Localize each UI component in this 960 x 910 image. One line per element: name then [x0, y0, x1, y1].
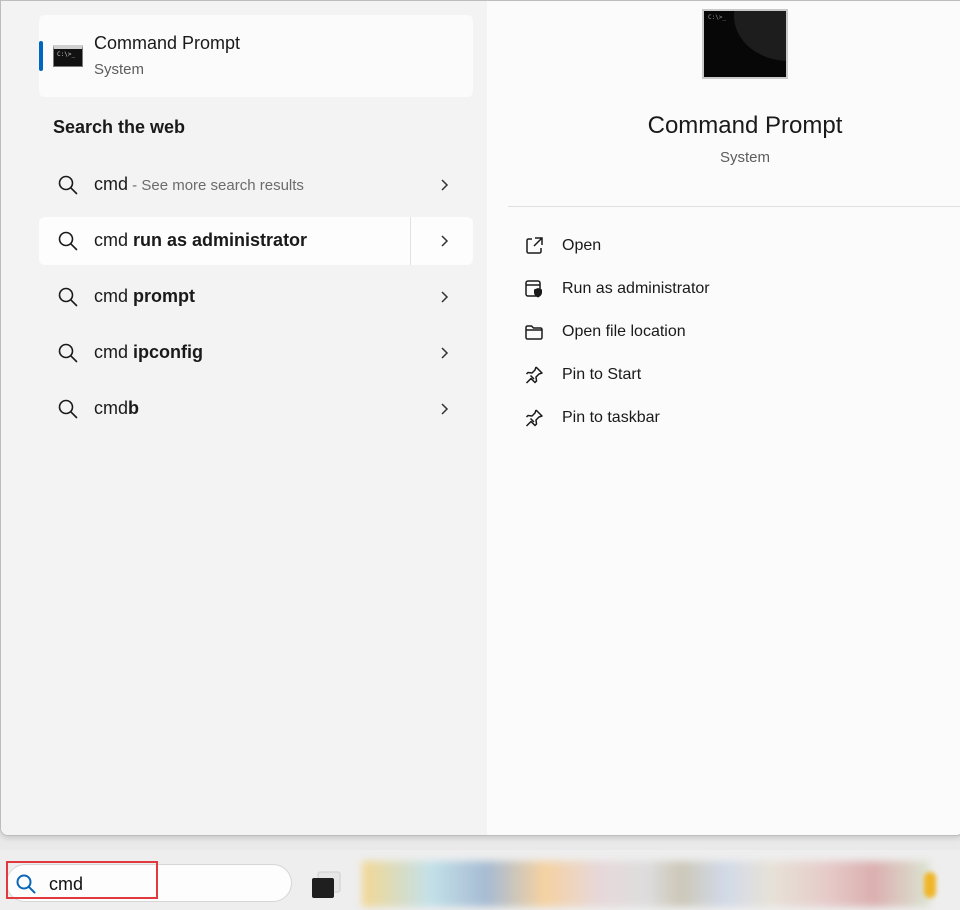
search-web-heading: Search the web [53, 117, 186, 137]
best-match-item[interactable]: C:\>_ Command Prompt System [39, 15, 473, 97]
action-label: Open file location [562, 323, 686, 340]
search-icon [58, 231, 78, 251]
chevron-right-icon[interactable] [435, 288, 453, 306]
shield-admin-icon [525, 280, 542, 298]
web-result-text: cmd prompt [94, 286, 196, 306]
taskbar-app-blurred [924, 872, 936, 898]
start-search-panel: C:\>_ Command Prompt System Search the w… [0, 0, 960, 836]
web-result-text: cmdb [94, 398, 140, 418]
action-label: Open [562, 237, 602, 254]
web-result-text: cmd - See more search results [94, 174, 304, 194]
web-result-item[interactable]: cmd prompt [39, 273, 473, 321]
best-match-subtitle: System [94, 61, 145, 78]
action-run-as-administrator[interactable]: Run as administrator [523, 274, 943, 304]
open-external-icon [526, 237, 543, 254]
taskbar-pinned-apps-blurred [362, 861, 930, 907]
details-divider [508, 206, 960, 207]
best-match-title: Command Prompt [94, 33, 241, 53]
action-label: Run as administrator [562, 280, 710, 297]
command-prompt-icon: C:\>_ [53, 45, 83, 67]
highlight-annotation [6, 861, 158, 899]
web-result-item[interactable]: cmd run as administrator [39, 217, 473, 265]
action-label: Pin to Start [562, 366, 642, 383]
web-result-text: cmd ipconfig [94, 342, 204, 362]
web-result-hint: - See more search results [128, 177, 304, 194]
chevron-right-icon[interactable] [435, 232, 453, 250]
search-icon [58, 399, 78, 419]
web-result-text: cmd run as administrator [94, 230, 308, 250]
details-app-kind: System [719, 149, 770, 166]
action-label: Pin to taskbar [562, 409, 660, 426]
task-view-icon[interactable] [310, 870, 342, 900]
details-app-name: Command Prompt [647, 112, 843, 139]
chevron-right-icon[interactable] [435, 400, 453, 418]
action-open[interactable]: Open [523, 231, 943, 261]
search-icon [58, 343, 78, 363]
web-result-item[interactable]: cmdb [39, 385, 473, 433]
chevron-right-icon[interactable] [435, 176, 453, 194]
web-result-item[interactable]: cmd ipconfig [39, 329, 473, 377]
item-divider [410, 217, 411, 265]
pin-icon [525, 409, 543, 427]
action-pin-to-taskbar[interactable]: Pin to taskbar [523, 403, 943, 433]
folder-icon [525, 325, 543, 340]
selection-indicator [39, 41, 43, 71]
chevron-right-icon[interactable] [435, 344, 453, 362]
action-open-file-location[interactable]: Open file location [523, 317, 943, 347]
search-icon [58, 175, 78, 195]
web-result-item[interactable]: cmd - See more search results [39, 161, 473, 209]
command-prompt-icon: C:\>_ [702, 9, 788, 79]
action-pin-to-start[interactable]: Pin to Start [523, 360, 943, 390]
details-pane: C:\>_ Command Prompt System Open Run as … [487, 1, 960, 835]
results-pane: C:\>_ Command Prompt System Search the w… [1, 1, 487, 835]
pin-icon [525, 366, 543, 384]
search-icon [58, 287, 78, 307]
